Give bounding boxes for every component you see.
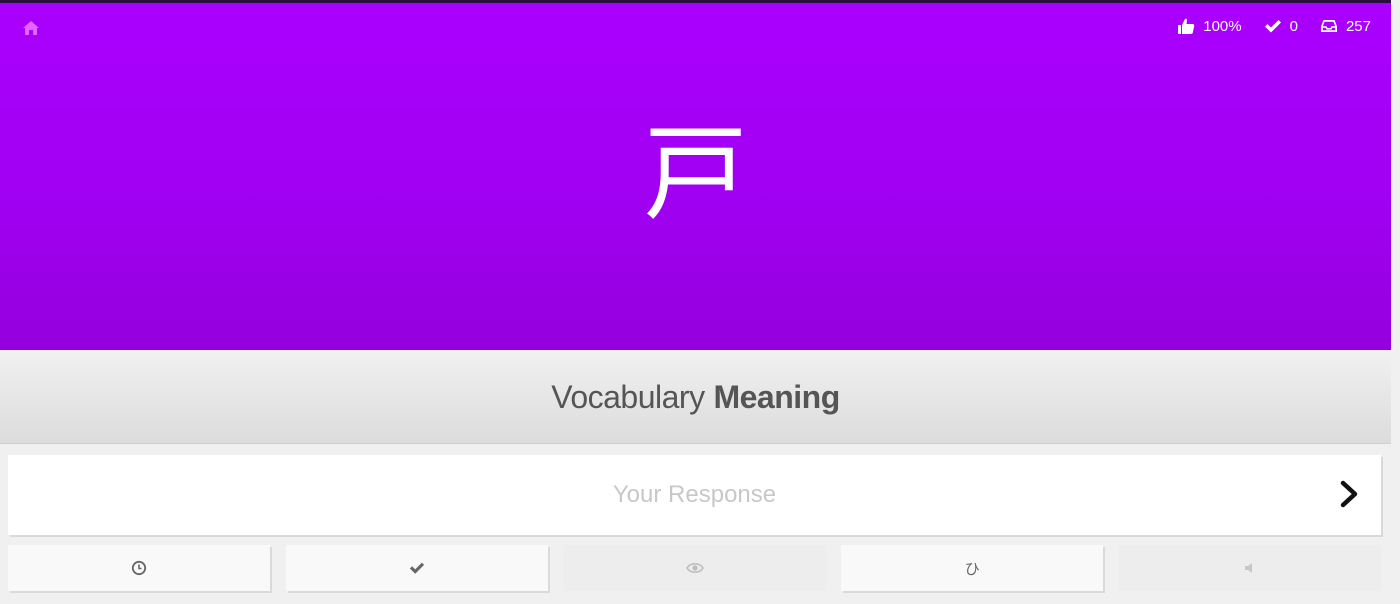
clock-icon [131, 560, 147, 576]
mark-correct-button[interactable] [285, 545, 548, 591]
check-icon [1264, 20, 1281, 33]
kana-chart-label: ひ [964, 559, 980, 578]
question-category: Vocabulary [551, 379, 705, 415]
check-icon [409, 562, 424, 574]
review-character: 戸 [643, 113, 748, 235]
audio-button[interactable] [1119, 545, 1381, 591]
question-type-banner: Vocabulary Meaning [0, 350, 1391, 444]
answer-input[interactable] [8, 455, 1381, 535]
completed-stat: 0 [1264, 17, 1298, 35]
last-items-button[interactable] [8, 545, 270, 591]
remaining-count: 257 [1345, 17, 1371, 35]
home-icon[interactable] [22, 19, 40, 37]
completed-count: 0 [1289, 17, 1298, 35]
thumbs-up-icon [1178, 18, 1195, 34]
item-info-button[interactable] [563, 545, 826, 591]
character-card: 100% 0 257 戸 [0, 0, 1391, 350]
additional-content-bar: ひ [8, 545, 1381, 591]
review-stats: 100% 0 257 [1155, 17, 1371, 35]
inbox-icon [1320, 20, 1337, 32]
review-page: 100% 0 257 戸 Vocabulary Meaning Your Res… [0, 0, 1400, 604]
question-kind: Meaning [713, 379, 840, 415]
remaining-stat: 257 [1320, 17, 1371, 35]
kana-chart-button[interactable]: ひ [841, 545, 1104, 591]
submit-arrow-icon[interactable] [1337, 479, 1361, 509]
eye-icon [685, 563, 704, 573]
percent-correct-value: 100% [1203, 17, 1242, 35]
answer-form [8, 455, 1381, 535]
speaker-icon [1245, 563, 1252, 573]
percent-correct-stat: 100% [1177, 17, 1242, 35]
